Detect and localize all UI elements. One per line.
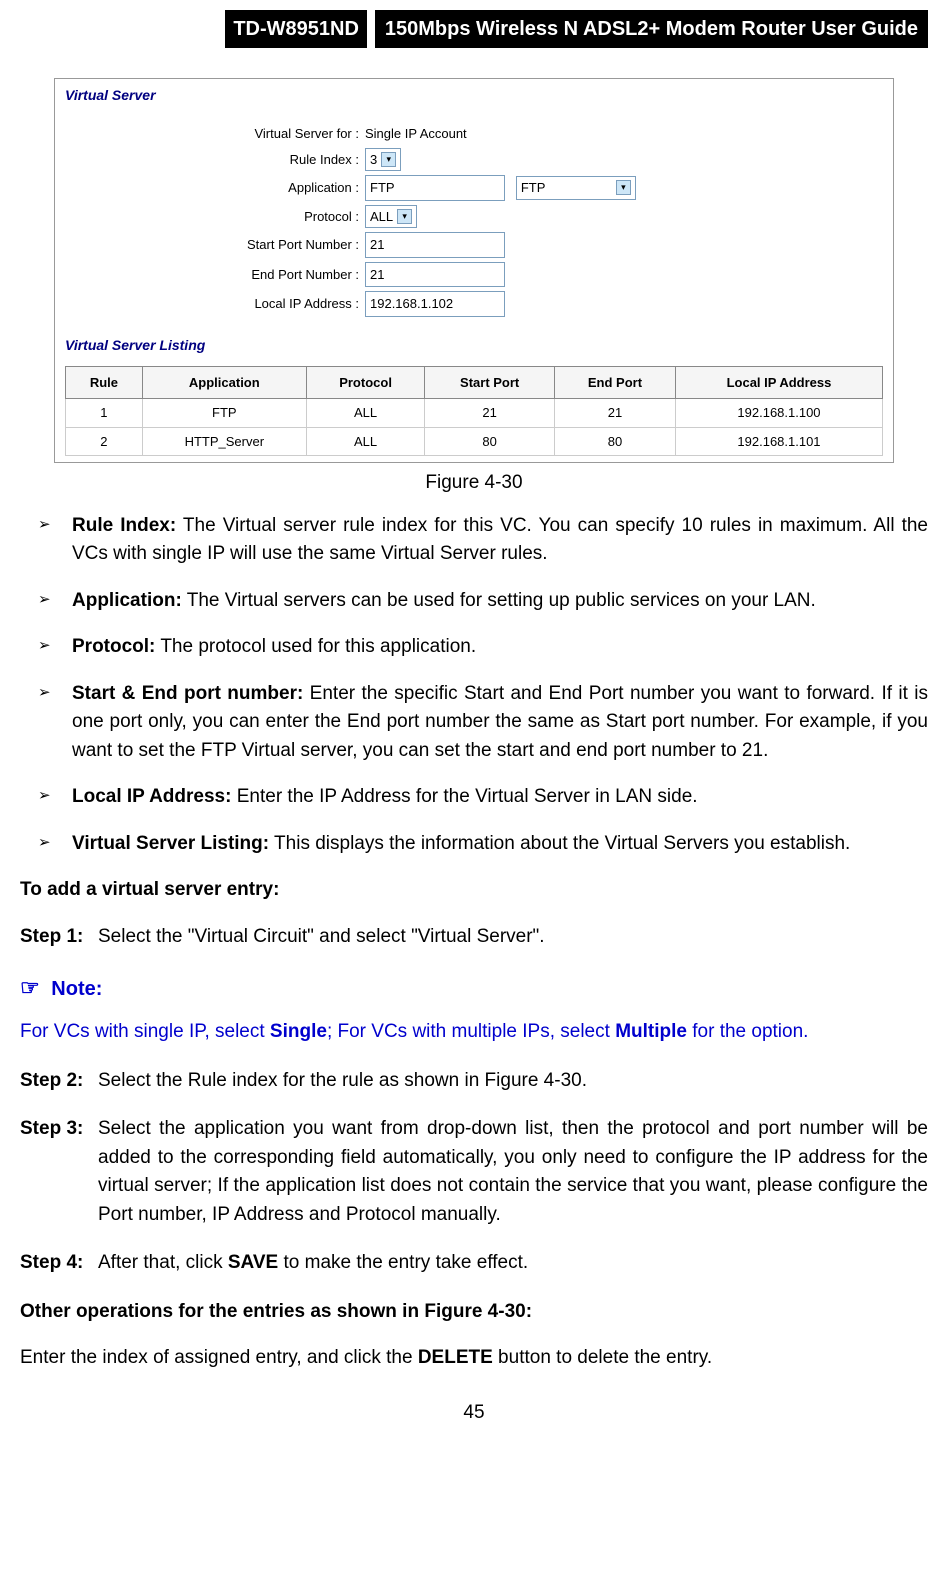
step-1-text: Select the "Virtual Circuit" and select …	[98, 923, 928, 952]
table-cell: 21	[554, 399, 675, 428]
page-header: TD-W8951ND 150Mbps Wireless N ADSL2+ Mod…	[20, 0, 928, 58]
table-cell: ALL	[306, 399, 425, 428]
application-preset-value: FTP	[521, 178, 546, 198]
note-heading: ☞ Note:	[20, 971, 928, 1004]
bullet-item: ➢Rule Index: The Virtual server rule ind…	[38, 512, 928, 569]
table-header: Local IP Address	[675, 366, 882, 399]
table-row: 1FTPALL2121192.168.1.100	[66, 399, 883, 428]
virtual-server-screenshot: Virtual Server Virtual Server for : Sing…	[54, 78, 894, 463]
triangle-bullet-icon: ➢	[38, 512, 72, 569]
page-number: 45	[20, 1399, 928, 1428]
step-1: Step 1: Select the "Virtual Circuit" and…	[20, 923, 928, 952]
bullet-item: ➢Start & End port number: Enter the spec…	[38, 680, 928, 766]
table-cell: 80	[554, 427, 675, 456]
table-header: Rule	[66, 366, 143, 399]
table-cell: 192.168.1.101	[675, 427, 882, 456]
bullet-term: Virtual Server Listing:	[72, 833, 269, 854]
bullet-item: ➢Protocol: The protocol used for this ap…	[38, 633, 928, 662]
section-vs-listing: Virtual Server Listing	[55, 329, 893, 362]
step-3-label: Step 3:	[20, 1115, 98, 1229]
rule-index-label: Rule Index :	[55, 150, 365, 170]
delete-entry-para: Enter the index of assigned entry, and c…	[20, 1344, 928, 1373]
triangle-bullet-icon: ➢	[38, 633, 72, 662]
vs-for-label: Virtual Server for :	[55, 124, 365, 144]
bullet-term: Rule Index:	[72, 515, 176, 536]
step-1-label: Step 1:	[20, 923, 98, 952]
pointing-hand-icon: ☞	[20, 975, 40, 1000]
bullet-item: ➢Virtual Server Listing: This displays t…	[38, 830, 928, 859]
local-ip-input[interactable]: 192.168.1.102	[365, 291, 505, 317]
bullet-text: Enter the IP Address for the Virtual Ser…	[231, 786, 697, 807]
chevron-down-icon: ▾	[381, 152, 396, 167]
table-header: End Port	[554, 366, 675, 399]
table-header: Protocol	[306, 366, 425, 399]
chevron-down-icon: ▾	[397, 209, 412, 224]
triangle-bullet-icon: ➢	[38, 783, 72, 812]
protocol-select[interactable]: ALL ▾	[365, 205, 417, 229]
bullet-term: Protocol:	[72, 636, 155, 657]
step-4-text: After that, click SAVE to make the entry…	[98, 1249, 928, 1278]
bullet-text: This displays the information about the …	[269, 833, 850, 854]
table-cell: HTTP_Server	[142, 427, 306, 456]
table-cell: 21	[425, 399, 555, 428]
bullet-text: The Virtual server rule index for this V…	[72, 515, 928, 565]
bullet-item: ➢Local IP Address: Enter the IP Address …	[38, 783, 928, 812]
note-title-text: Note:	[51, 978, 102, 1000]
heading-other-ops: Other operations for the entries as show…	[20, 1298, 928, 1327]
end-port-label: End Port Number :	[55, 265, 365, 285]
triangle-bullet-icon: ➢	[38, 830, 72, 859]
step-2: Step 2: Select the Rule index for the ru…	[20, 1067, 928, 1096]
table-cell: FTP	[142, 399, 306, 428]
step-4: Step 4: After that, click SAVE to make t…	[20, 1249, 928, 1278]
vs-listing-table: RuleApplicationProtocolStart PortEnd Por…	[65, 366, 883, 457]
application-preset-select[interactable]: FTP ▾	[516, 176, 636, 200]
step-2-label: Step 2:	[20, 1067, 98, 1096]
bullet-text: The protocol used for this application.	[155, 636, 476, 657]
protocol-label: Protocol :	[55, 207, 365, 227]
section-virtual-server: Virtual Server	[55, 79, 893, 112]
end-port-input[interactable]: 21	[365, 262, 505, 288]
figure-caption: Figure 4-30	[20, 469, 928, 498]
table-cell: 1	[66, 399, 143, 428]
virtual-server-form: Virtual Server for : Single IP Account R…	[55, 112, 893, 329]
note-body: For VCs with single IP, select Single; F…	[20, 1018, 928, 1047]
start-port-label: Start Port Number :	[55, 235, 365, 255]
bullet-text: The Virtual servers can be used for sett…	[182, 590, 816, 611]
application-label: Application :	[55, 178, 365, 198]
bullet-term: Local IP Address:	[72, 786, 231, 807]
chevron-down-icon: ▾	[616, 180, 631, 195]
step-3: Step 3: Select the application you want …	[20, 1115, 928, 1229]
step-4-label: Step 4:	[20, 1249, 98, 1278]
step-3-text: Select the application you want from dro…	[98, 1115, 928, 1229]
triangle-bullet-icon: ➢	[38, 587, 72, 616]
application-input[interactable]: FTP	[365, 175, 505, 201]
bullet-term: Start & End port number:	[72, 683, 303, 704]
definition-list: ➢Rule Index: The Virtual server rule ind…	[20, 512, 928, 859]
table-header: Application	[142, 366, 306, 399]
table-row: 2HTTP_ServerALL8080192.168.1.101	[66, 427, 883, 456]
protocol-value: ALL	[370, 207, 393, 227]
triangle-bullet-icon: ➢	[38, 680, 72, 766]
bullet-term: Application:	[72, 590, 182, 611]
bullet-item: ➢Application: The Virtual servers can be…	[38, 587, 928, 616]
heading-add-entry: To add a virtual server entry:	[20, 876, 928, 905]
table-cell: 192.168.1.100	[675, 399, 882, 428]
header-title: 150Mbps Wireless N ADSL2+ Modem Router U…	[375, 10, 928, 48]
table-header: Start Port	[425, 366, 555, 399]
table-cell: 80	[425, 427, 555, 456]
rule-index-value: 3	[370, 150, 377, 170]
step-2-text: Select the Rule index for the rule as sh…	[98, 1067, 928, 1096]
header-model-badge: TD-W8951ND	[225, 10, 367, 48]
rule-index-select[interactable]: 3 ▾	[365, 148, 401, 172]
table-cell: ALL	[306, 427, 425, 456]
start-port-input[interactable]: 21	[365, 232, 505, 258]
vs-for-value: Single IP Account	[365, 124, 467, 144]
table-cell: 2	[66, 427, 143, 456]
local-ip-label: Local IP Address :	[55, 294, 365, 314]
